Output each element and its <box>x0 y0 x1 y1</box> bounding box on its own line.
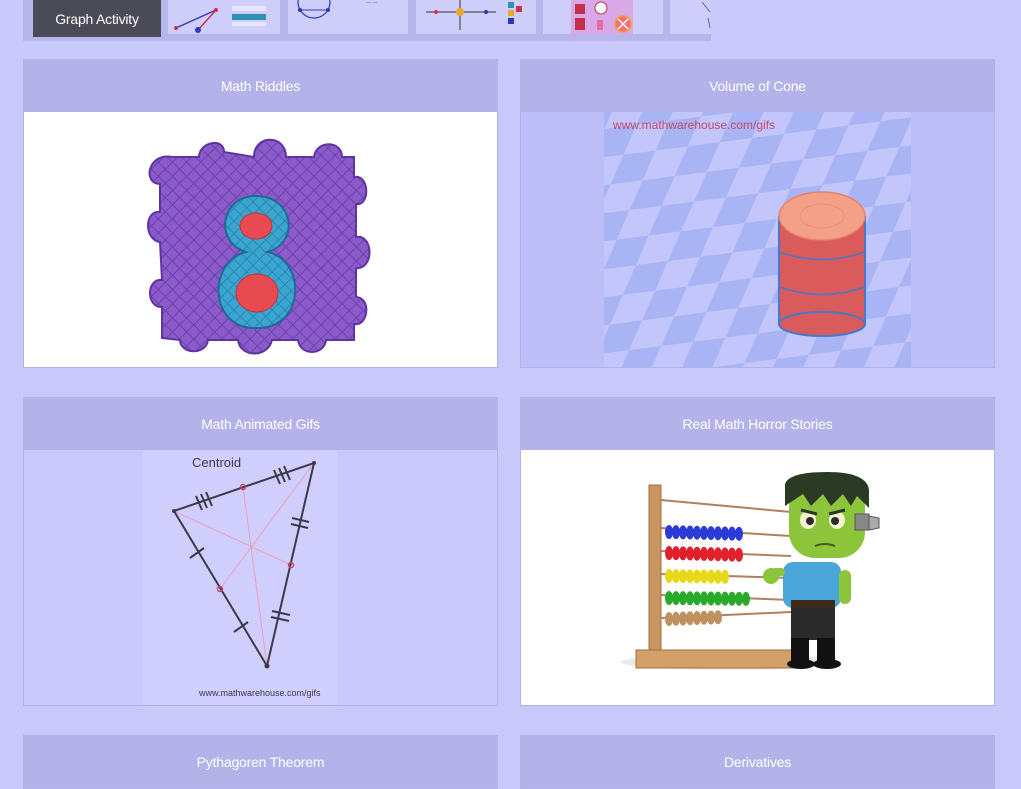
card-math-animated-gifs[interactable]: Math Animated Gifs Centroid www.mathware… <box>23 397 498 706</box>
card-math-riddles[interactable]: Math Riddles <box>23 59 498 368</box>
card-derivatives[interactable]: Derivatives <box>520 735 995 789</box>
thumbnail-3[interactable]: — — <box>288 0 408 34</box>
puzzle-piece-eight-image <box>147 138 371 355</box>
abacus-bead <box>672 569 680 584</box>
thumbnail-4[interactable] <box>416 0 536 34</box>
card-image[interactable]: www.mathwarehouse.com/gifs <box>521 112 994 367</box>
abacus-bead <box>735 591 743 606</box>
abacus-bead <box>665 612 673 626</box>
abacus-bead <box>665 525 673 539</box>
thumbnail-6[interactable] <box>670 0 711 34</box>
abacus-bead <box>714 591 722 606</box>
figure-label: Centroid <box>192 455 241 470</box>
abacus-bead <box>707 526 715 541</box>
thumbnail-2-image <box>174 6 266 33</box>
abacus-bead <box>672 591 680 606</box>
abacus-bead <box>700 525 708 540</box>
abacus-bead <box>714 526 722 541</box>
abacus-bead <box>721 591 729 606</box>
abacus-bead <box>693 525 701 540</box>
abacus-bead <box>735 547 743 562</box>
abacus-bead <box>742 591 750 606</box>
abacus-bead <box>679 569 687 584</box>
abacus-bead <box>693 611 701 625</box>
card-real-math-horror-stories[interactable]: Real Math Horror Stories <box>520 397 995 706</box>
abacus-bead <box>672 546 680 561</box>
card-image[interactable] <box>521 450 994 705</box>
abacus-bead <box>686 591 694 606</box>
thumbnail-carousel: Graph Activity — — <box>23 0 711 41</box>
cylinder-volume-image: www.mathwarehouse.com/gifs <box>604 112 911 367</box>
abacus-bead <box>686 569 694 584</box>
abacus-bead <box>714 569 722 584</box>
card-image[interactable]: Centroid www.mathwarehouse.com/gifs <box>24 450 497 705</box>
abacus-bead <box>721 526 729 541</box>
thumbnail-5-image <box>571 0 633 34</box>
abacus-bead <box>707 569 715 584</box>
abacus-bead <box>700 610 708 625</box>
abacus-bead <box>721 547 729 562</box>
thumbnail-label: Graph Activity <box>55 10 139 27</box>
abacus-bead <box>693 591 701 606</box>
card-title[interactable]: Math Riddles <box>24 60 497 112</box>
thumbnail-6-image <box>701 1 711 29</box>
abacus-bead <box>679 546 687 561</box>
card-volume-of-cone[interactable]: Volume of Cone www.mathwarehouse.com/gif… <box>520 59 995 368</box>
abacus-bead <box>700 569 708 584</box>
abacus-bead <box>707 547 715 562</box>
thumbnail-2[interactable] <box>168 0 280 34</box>
abacus-bead <box>672 525 680 540</box>
card-title[interactable]: Volume of Cone <box>521 60 994 112</box>
thumbnail-4-image <box>426 0 522 30</box>
card-pythagorean-theorem[interactable]: Pythagoren Theorem <box>23 735 498 789</box>
card-title[interactable]: Derivatives <box>521 736 994 788</box>
abacus-bead <box>714 610 722 625</box>
card-title[interactable]: Real Math Horror Stories <box>521 398 994 450</box>
card-title[interactable]: Pythagoren Theorem <box>24 736 497 788</box>
abacus-bead <box>686 525 694 540</box>
abacus-bead <box>707 591 715 606</box>
watermark-text: www.mathwarehouse.com/gifs <box>612 118 775 132</box>
abacus-bead <box>665 591 673 605</box>
thumbnail-3-image: — — <box>297 0 377 19</box>
abacus-bead <box>707 610 715 625</box>
abacus-bead <box>686 546 694 561</box>
abacus-bead <box>672 611 680 626</box>
thumbnail-5[interactable] <box>543 0 663 34</box>
abacus-bead <box>721 569 729 584</box>
abacus-bead <box>693 569 701 584</box>
frankenstein-abacus-image <box>621 472 880 670</box>
card-image[interactable] <box>24 112 497 367</box>
abacus-bead <box>728 526 736 541</box>
abacus-bead <box>679 591 687 606</box>
abacus-bead <box>693 546 701 561</box>
card-title[interactable]: Math Animated Gifs <box>24 398 497 450</box>
abacus-bead <box>714 547 722 562</box>
abacus-bead <box>686 611 694 626</box>
abacus-bead <box>665 546 673 560</box>
centroid-triangle-image: Centroid www.mathwarehouse.com/gifs <box>142 450 338 705</box>
abacus-bead <box>700 591 708 606</box>
abacus-bead <box>700 546 708 561</box>
abacus-bead <box>728 591 736 606</box>
abacus-bead <box>679 611 687 626</box>
abacus-bead <box>735 526 743 541</box>
abacus-bead <box>665 569 673 583</box>
abacus-bead <box>728 547 736 562</box>
svg-text:— —: — — <box>366 0 377 6</box>
abacus-bead <box>679 525 687 540</box>
thumbnail-graph-activity[interactable]: Graph Activity <box>33 0 161 37</box>
watermark-text: www.mathwarehouse.com/gifs <box>198 688 321 698</box>
